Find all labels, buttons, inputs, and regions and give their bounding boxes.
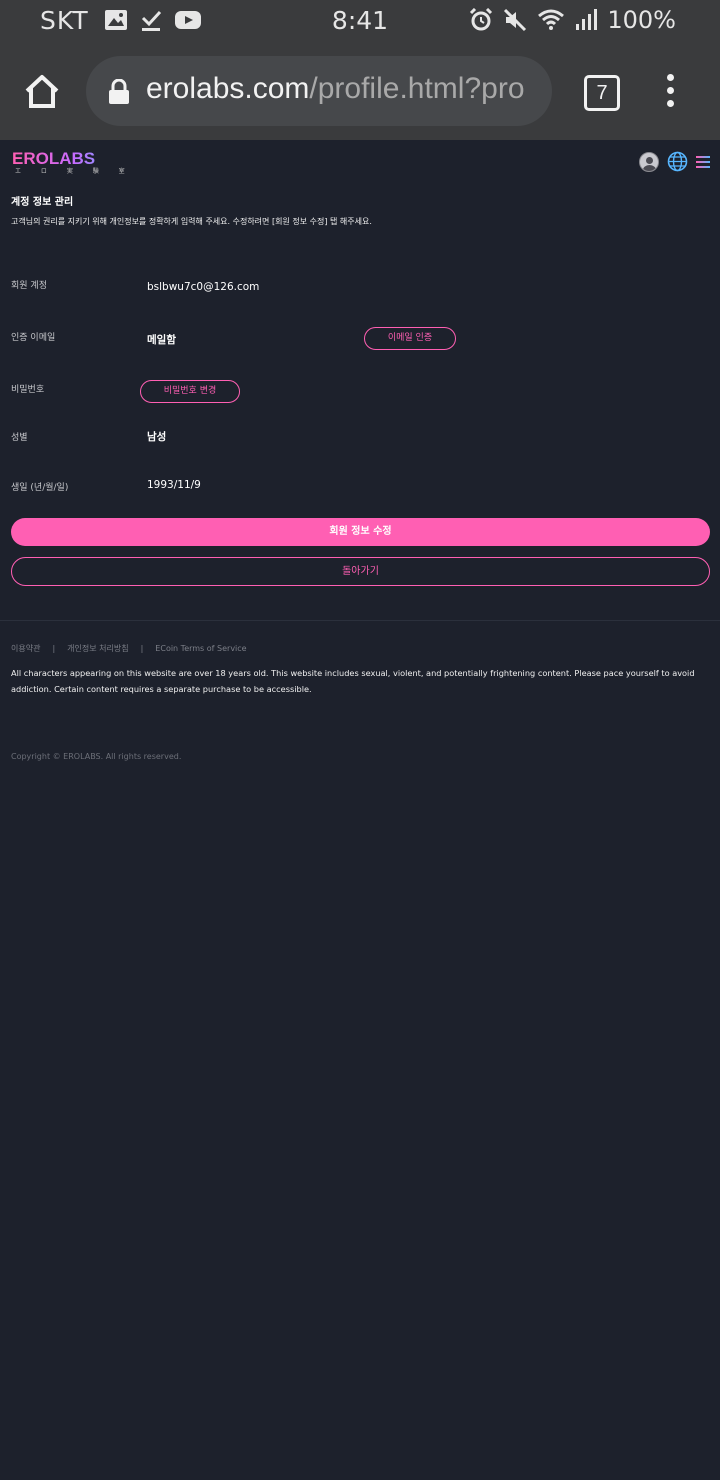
browser-menu-button[interactable] xyxy=(660,74,680,110)
logo-subtext: エ ロ 実 験 室 xyxy=(15,168,134,175)
user-avatar-icon[interactable] xyxy=(639,151,659,172)
terms-link[interactable]: 이용약관 xyxy=(11,644,40,653)
account-value: bslbwu7c0@126.com xyxy=(147,281,260,293)
more-vert-dot xyxy=(666,100,674,107)
password-change-button[interactable]: 비밀번호 변경 xyxy=(140,380,240,403)
browser-toolbar: erolabs.com/profile.html?pro 7 xyxy=(0,44,720,140)
logo-text: EROLABS xyxy=(12,150,134,168)
url-path: /profile.html?pro xyxy=(309,72,525,105)
home-icon xyxy=(25,75,59,108)
page-title: 계정 정보 관리 xyxy=(11,197,74,208)
copyright: Copyright © EROLABS. All rights reserved… xyxy=(11,752,182,761)
ecoin-terms-link[interactable]: ECoin Terms of Service xyxy=(155,644,246,653)
gender-label: 성별 xyxy=(11,433,28,443)
alarm-icon xyxy=(470,8,493,31)
url-text: erolabs.com/profile.html?pro xyxy=(146,72,525,106)
address-bar[interactable]: erolabs.com/profile.html?pro xyxy=(86,56,552,126)
email-verify-button[interactable]: 이메일 인증 xyxy=(364,327,456,350)
email-value: 메일함 xyxy=(147,334,176,346)
back-button[interactable]: 돌아가기 xyxy=(11,557,710,586)
edit-profile-button[interactable]: 회원 정보 수정 xyxy=(11,518,710,546)
birthday-value: 1993/11/9 xyxy=(147,479,201,491)
link-separator: | xyxy=(140,644,144,653)
globe-icon[interactable] xyxy=(667,151,688,172)
status-bar: SKT 8:41 100% xyxy=(0,0,720,44)
birthday-label: 생일 (년/월/일) xyxy=(11,483,69,493)
site-header: EROLABS エ ロ 実 験 室 xyxy=(0,140,720,182)
signal-icon xyxy=(576,9,598,30)
more-vert-dot xyxy=(666,87,674,94)
url-host: erolabs.com xyxy=(146,72,310,105)
age-notice: All characters appearing on this website… xyxy=(11,668,695,694)
footer-divider xyxy=(0,620,720,621)
battery-label: 100% xyxy=(607,6,676,34)
account-label: 회원 계정 xyxy=(11,281,47,291)
mute-icon xyxy=(504,8,527,32)
gender-value: 남성 xyxy=(147,431,167,443)
footer-links: 이용약관 | 개인정보 처리방침 | ECoin Terms of Service xyxy=(11,643,247,654)
link-separator: | xyxy=(52,644,56,653)
password-label: 비밀번호 xyxy=(11,385,45,395)
wifi-icon xyxy=(538,9,565,30)
system-icons: 100% xyxy=(469,6,676,34)
email-label: 인증 이메일 xyxy=(11,333,56,343)
header-actions xyxy=(639,151,710,172)
home-button[interactable] xyxy=(22,72,62,112)
hamburger-menu-icon[interactable] xyxy=(696,153,710,171)
erolabs-logo[interactable]: EROLABS エ ロ 実 験 室 xyxy=(12,150,134,176)
lock-icon xyxy=(109,79,129,104)
privacy-policy-link[interactable]: 개인정보 처리방침 xyxy=(67,644,128,653)
page-description: 고객님의 권리를 지키기 위해 개인정보를 정확하게 입력해 주세요. 수정하려… xyxy=(11,217,372,226)
tab-switcher-button[interactable]: 7 xyxy=(584,75,620,111)
more-vert-dot xyxy=(666,74,674,81)
